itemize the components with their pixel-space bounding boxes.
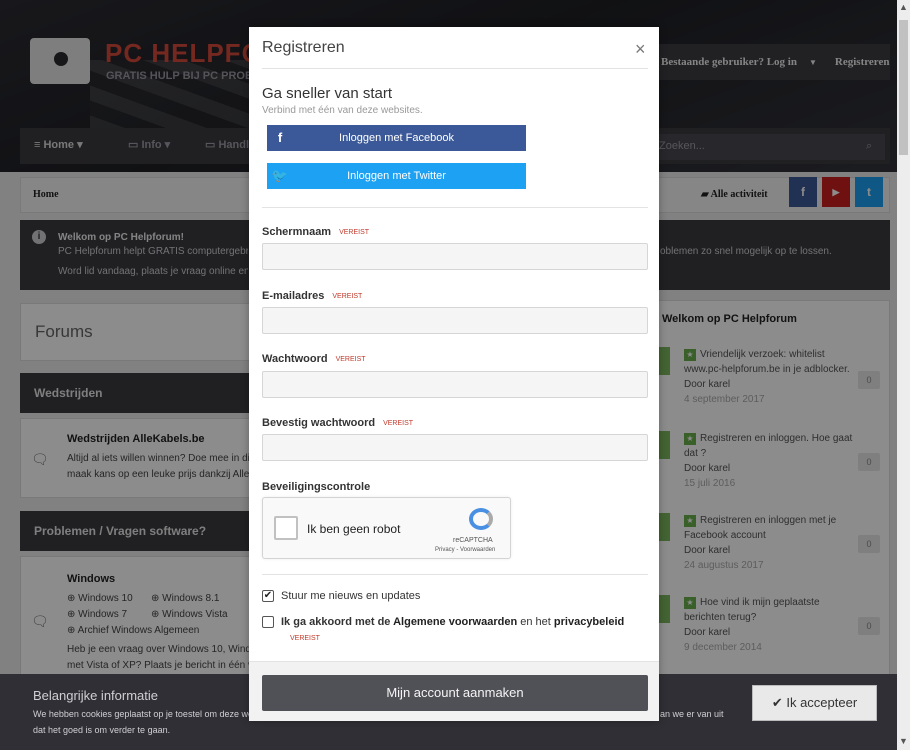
accept-cookies-button[interactable]: ✔ Ik accepteer	[752, 685, 877, 721]
username-label: Schermnaam VEREIST	[262, 226, 369, 238]
email-field[interactable]	[262, 307, 648, 334]
cookie-text-tail: an we er van uit	[660, 709, 724, 719]
recaptcha-links[interactable]: Privacy - Voorwaarden	[435, 547, 495, 553]
check-icon: ✔	[771, 695, 787, 710]
password-field[interactable]	[262, 371, 648, 398]
scroll-down-icon[interactable]: ▼	[897, 736, 910, 746]
email-label: E-mailadres VEREIST	[262, 290, 362, 302]
modal-footer: Mijn account aanmaken	[249, 661, 659, 721]
facebook-icon: f	[277, 130, 283, 145]
password-label-text: Wachtwoord	[262, 353, 328, 365]
divider	[262, 207, 648, 208]
facebook-login-label: Inloggen met Facebook	[339, 132, 454, 144]
newsletter-checkbox[interactable]: ✔	[262, 590, 274, 602]
recaptcha-checkbox[interactable]	[274, 516, 298, 540]
cookie-text: We hebben cookies geplaatst op je toeste…	[33, 709, 250, 719]
twitter-login-button[interactable]: 🐦 Inloggen met Twitter	[267, 163, 526, 189]
register-modal: Registreren × Ga sneller van start Verbi…	[249, 27, 659, 721]
newsletter-label[interactable]: Stuur me nieuws en updates	[281, 590, 420, 602]
social-heading: Ga sneller van start	[262, 85, 393, 102]
required-badge: VEREIST	[290, 635, 320, 642]
cookie-title: Belangrijke informatie	[33, 688, 159, 703]
scroll-up-icon[interactable]: ▲	[897, 2, 910, 12]
terms-label[interactable]: Ik ga akkoord met de Algemene voorwaarde…	[281, 616, 624, 628]
password-label: Wachtwoord VEREIST	[262, 353, 366, 365]
confirm-password-field[interactable]	[262, 434, 648, 461]
close-icon[interactable]: ×	[635, 39, 646, 60]
recaptcha-brand: reCAPTCHA	[453, 537, 493, 544]
username-label-text: Schermnaam	[262, 226, 332, 238]
cookie-text-2: dat het goed is om verder te gaan.	[33, 725, 171, 735]
security-label: Beveiligingscontrole	[262, 481, 371, 493]
twitter-login-label: Inloggen met Twitter	[347, 170, 446, 182]
username-field[interactable]	[262, 243, 648, 270]
recaptcha-widget: Ik ben geen robot reCAPTCHA Privacy - Vo…	[262, 497, 511, 559]
terms-link[interactable]: Algemene voorwaarden	[393, 616, 517, 628]
modal-header: Registreren ×	[262, 37, 648, 69]
privacy-link[interactable]: privacybeleid	[554, 616, 624, 628]
modal-title: Registreren	[262, 39, 345, 56]
required-badge: VEREIST	[332, 293, 363, 300]
social-subheading: Verbind met één van deze websites.	[262, 105, 423, 116]
accept-cookies-label: Ik accepteer	[786, 695, 858, 710]
required-badge: VEREIST	[339, 229, 370, 236]
email-label-text: E-mailadres	[262, 290, 325, 302]
facebook-login-button[interactable]: f Inloggen met Facebook	[267, 125, 526, 151]
required-badge: VEREIST	[335, 356, 366, 363]
confirm-password-label: Bevestig wachtwoord VEREIST	[262, 417, 413, 429]
recaptcha-icon	[469, 508, 493, 530]
terms-prefix: Ik ga akkoord met de	[281, 616, 391, 628]
twitter-icon: 🐦	[271, 168, 289, 183]
terms-middle: en het	[520, 616, 551, 628]
confirm-password-label-text: Bevestig wachtwoord	[262, 417, 376, 429]
scrollbar-thumb[interactable]	[899, 20, 908, 155]
create-account-button[interactable]: Mijn account aanmaken	[262, 675, 648, 711]
recaptcha-label: Ik ben geen robot	[307, 522, 401, 536]
page-scrollbar[interactable]: ▲ ▼	[897, 0, 910, 750]
terms-checkbox[interactable]	[262, 616, 274, 628]
divider	[262, 574, 648, 575]
required-badge: VEREIST	[383, 420, 414, 427]
